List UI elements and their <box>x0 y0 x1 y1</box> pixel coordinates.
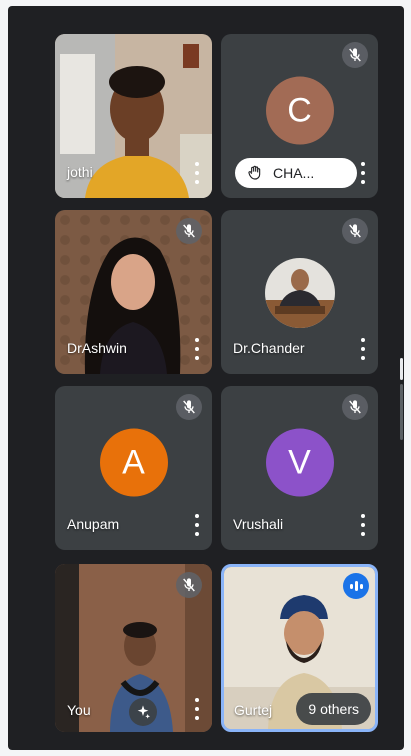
participant-tile-you[interactable]: You <box>55 564 212 732</box>
participant-name: Gurtej <box>234 702 273 718</box>
meeting-grid: jothi C CHA... DrAshwin Dr.Chander A Anu… <box>8 6 404 750</box>
participant-tile-drchander[interactable]: Dr.Chander <box>221 210 378 374</box>
participant-avatar: C <box>265 76 334 145</box>
mic-off-icon <box>176 218 202 244</box>
more-options-icon[interactable] <box>194 338 200 360</box>
mic-off-icon <box>176 394 202 420</box>
participant-tile-jothi[interactable]: jothi <box>55 34 212 198</box>
participant-tile-drashwin[interactable]: DrAshwin <box>55 210 212 374</box>
participant-tile-cha[interactable]: C CHA... <box>221 34 378 198</box>
participant-name: DrAshwin <box>67 340 127 356</box>
participant-tile-gurtej[interactable]: Gurtej 9 others <box>221 564 378 732</box>
participant-tile-vrushali[interactable]: V Vrushali <box>221 386 378 550</box>
participant-avatar: V <box>265 428 334 497</box>
mic-off-icon <box>342 42 368 68</box>
raised-hand-badge[interactable]: CHA... <box>235 158 357 188</box>
more-options-icon[interactable] <box>360 338 366 360</box>
more-options-icon[interactable] <box>194 514 200 536</box>
mic-off-icon <box>176 572 202 598</box>
more-options-icon[interactable] <box>194 698 200 720</box>
participant-avatar: A <box>99 428 168 497</box>
sparkle-icon <box>137 705 150 719</box>
participant-name: Dr.Chander <box>233 340 305 356</box>
participant-name: Anupam <box>67 516 120 532</box>
speaking-indicator-icon <box>343 573 369 599</box>
raised-hand-name: CHA... <box>273 165 315 181</box>
effects-button[interactable] <box>129 698 157 726</box>
others-button[interactable]: 9 others <box>296 693 371 725</box>
participant-tile-anupam[interactable]: A Anupam <box>55 386 212 550</box>
raised-hand-icon <box>248 165 261 180</box>
mic-off-icon <box>342 394 368 420</box>
more-options-icon[interactable] <box>360 162 366 184</box>
more-options-icon[interactable] <box>194 162 200 184</box>
scrollbar-thumb[interactable] <box>400 358 403 380</box>
others-count: 9 others <box>308 701 359 717</box>
profile-photo <box>265 258 335 328</box>
scrollbar-track <box>400 384 403 440</box>
participant-name: jothi <box>67 164 93 180</box>
more-options-icon[interactable] <box>360 514 366 536</box>
mic-off-icon <box>342 218 368 244</box>
participant-name: Vrushali <box>233 516 284 532</box>
participant-name: You <box>67 702 91 718</box>
